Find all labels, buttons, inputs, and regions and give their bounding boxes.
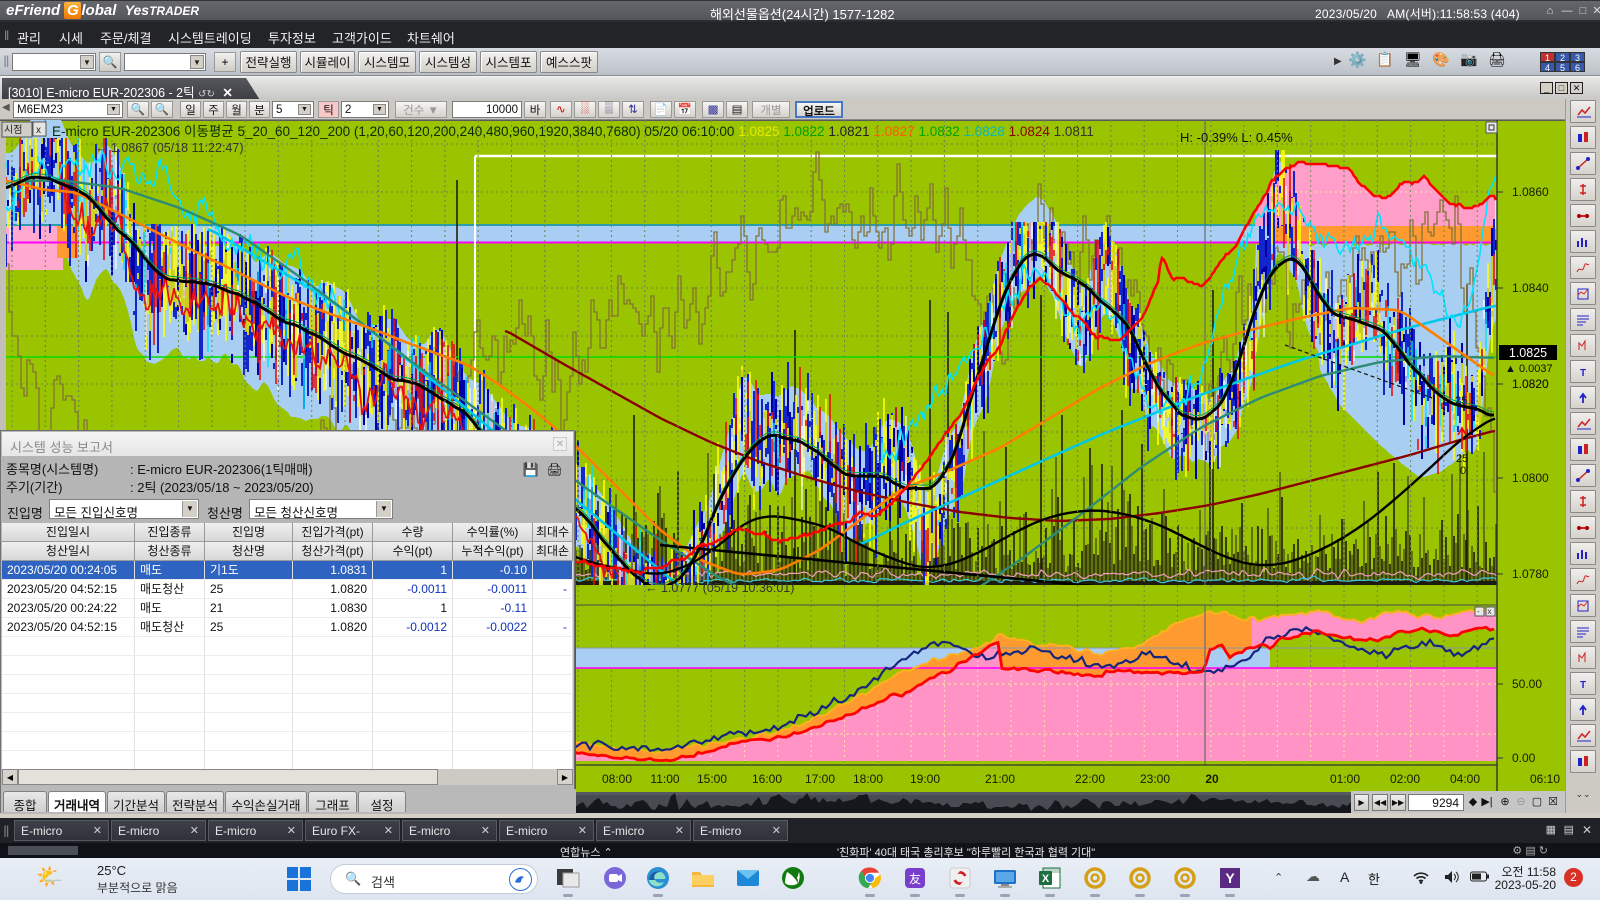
svg-text:x: x [36,125,41,136]
svg-text:25: 25 [1455,395,1467,407]
svg-text:H: -0.39% L: 0.45%: H: -0.39% L: 0.45% [1180,130,1293,145]
svg-text:T: T [1580,680,1586,691]
svg-text:21:00: 21:00 [985,772,1015,786]
svg-text:-: - [1477,607,1480,616]
svg-text:22:00: 22:00 [1075,772,1105,786]
svg-text:16:00: 16:00 [752,772,782,786]
svg-text:19:00: 19:00 [910,772,940,786]
svg-text:50.00: 50.00 [1512,677,1542,691]
svg-text:1.0860: 1.0860 [1512,185,1549,199]
svg-text:시점: 시점 [4,124,22,136]
svg-text:1.0840: 1.0840 [1512,281,1549,295]
svg-text:← 1.0867 (05/18 11:22:47): ← 1.0867 (05/18 11:22:47) [95,141,244,155]
svg-text:20: 20 [1205,772,1219,786]
svg-text:04:00: 04:00 [1450,772,1480,786]
svg-text:11:00: 11:00 [650,772,679,786]
svg-text:1.0780: 1.0780 [1512,567,1549,581]
svg-text:Y: Y [1225,870,1235,886]
svg-text:← 1.0777 (05/19 10:36:01): ← 1.0777 (05/19 10:36:01) [645,581,794,595]
svg-text:1.0820: 1.0820 [1512,377,1549,391]
svg-text:E-micro EUR-202306 이동평균 5_20_6: E-micro EUR-202306 이동평균 5_20_60_120_200 … [52,124,1094,139]
svg-text:15:00: 15:00 [697,772,727,786]
svg-text:06:10: 06:10 [1530,772,1560,786]
svg-text:02:00: 02:00 [1390,772,1420,786]
svg-text:x: x [1488,607,1492,616]
svg-text:0.00: 0.00 [1512,751,1536,765]
svg-text:18:00: 18:00 [853,772,883,786]
svg-text:17:00: 17:00 [805,772,835,786]
svg-text:01:00: 01:00 [1330,772,1360,786]
svg-text:1.0825: 1.0825 [1509,346,1547,360]
svg-text:08:00: 08:00 [602,772,632,786]
svg-text:T: T [1580,368,1586,379]
svg-text:0: 0 [1460,465,1466,477]
svg-text:25: 25 [1456,453,1468,465]
svg-text:▲ 0.0037: ▲ 0.0037 [1505,363,1553,375]
svg-text:X: X [1042,873,1050,885]
svg-text:1.0800: 1.0800 [1512,471,1549,485]
svg-text:友: 友 [909,872,921,886]
svg-text:23:00: 23:00 [1140,772,1170,786]
